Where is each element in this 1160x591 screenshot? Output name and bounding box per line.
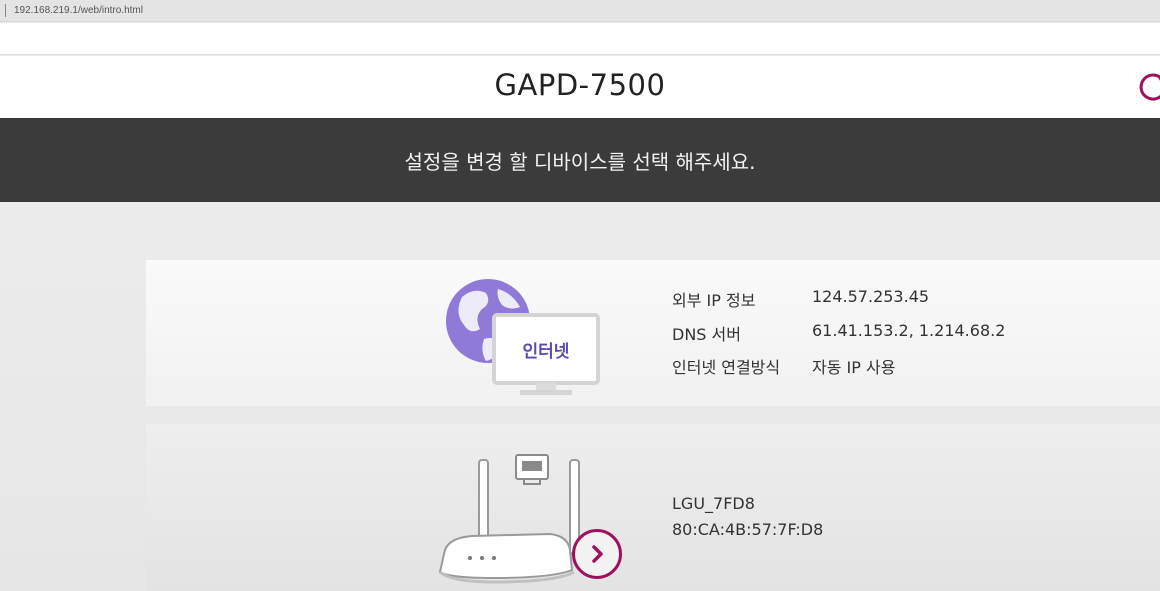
chevron-right-icon (592, 545, 603, 563)
instruction-banner: 설정을 변경 할 디바이스를 선택 해주세요. (0, 118, 1160, 202)
url-text: 192.168.219.1/web/intro.html (14, 5, 143, 16)
router-ssid: LGU_7FD8 (672, 494, 755, 513)
page-header: GAPD-7500 (0, 56, 1160, 118)
text-caret (5, 4, 6, 17)
internet-globe-icon: 인터넷 (446, 279, 600, 395)
dns-server-value: 61.41.153.2, 1.214.68.2 (812, 321, 1006, 340)
next-button[interactable] (572, 529, 622, 579)
internet-icon-label: 인터넷 (523, 342, 570, 362)
external-ip-value: 124.57.253.45 (812, 287, 930, 306)
router-mac: 80:CA:4B:57:7F:D8 (672, 520, 824, 539)
connection-type-label: 인터넷 연결방식 (672, 358, 781, 377)
banner-text: 설정을 변경 할 디바이스를 선택 해주세요. (404, 150, 756, 174)
refresh-icon[interactable] (1138, 70, 1160, 104)
dns-server-label: DNS 서버 (672, 325, 741, 344)
internet-card[interactable] (146, 260, 1160, 406)
address-bar[interactable]: 192.168.219.1/web/intro.html (0, 0, 1160, 22)
external-ip-label: 외부 IP 정보 (672, 291, 756, 310)
connection-type-value: 자동 IP 사용 (812, 358, 896, 377)
toolbar-strip (0, 23, 1160, 55)
page-title: GAPD-7500 (494, 68, 666, 102)
router-card[interactable] (146, 424, 1160, 591)
